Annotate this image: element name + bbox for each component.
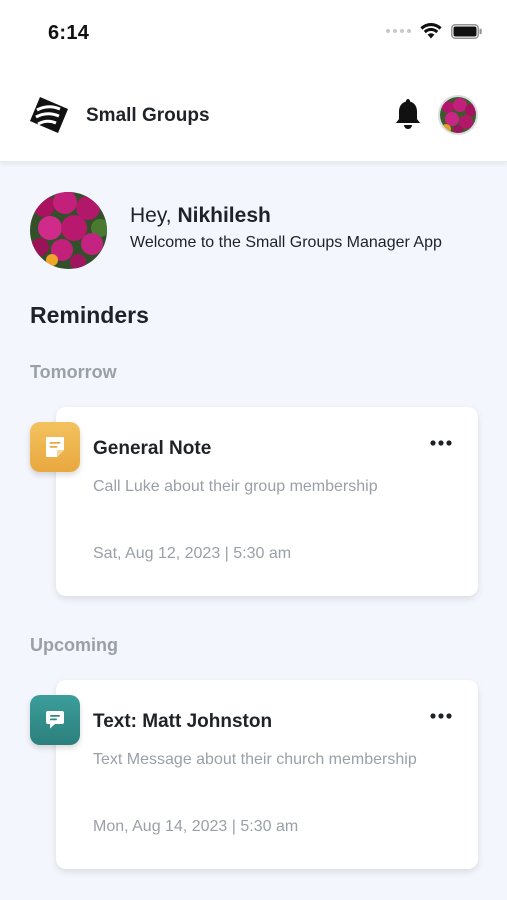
reminder-card[interactable]: Text: Matt Johnston Text Message about t… xyxy=(56,680,478,869)
more-options-icon[interactable] xyxy=(430,712,452,720)
status-time: 6:14 xyxy=(48,22,90,44)
greeting-subtitle: Welcome to the Small Groups Manager App xyxy=(130,234,442,251)
status-bar: 6:14 xyxy=(0,0,507,66)
note-icon xyxy=(30,422,80,472)
reminder-title: Text: Matt Johnston xyxy=(93,711,273,732)
app-title: Small Groups xyxy=(86,105,210,126)
greeting-prefix: Hey, xyxy=(130,204,172,227)
app-header: Small Groups xyxy=(0,66,507,162)
greeting-line: Hey, Nikhilesh xyxy=(130,204,271,228)
reminder-title: General Note xyxy=(93,438,212,459)
reminders-title: Reminders xyxy=(30,302,149,328)
battery-icon xyxy=(451,23,482,39)
status-indicators xyxy=(386,23,483,39)
app-logo-icon xyxy=(30,97,68,133)
avatar-image xyxy=(440,97,476,133)
reminder-description: Text Message about their church membersh… xyxy=(93,751,417,768)
user-name: Nikhilesh xyxy=(177,204,271,227)
avatar-image xyxy=(30,192,107,269)
group-label-tomorrow: Tomorrow xyxy=(30,362,117,382)
wifi-icon xyxy=(420,23,442,39)
more-options-icon[interactable] xyxy=(430,439,452,447)
reminder-datetime: Mon, Aug 14, 2023 | 5:30 am xyxy=(93,818,299,835)
reminder-card[interactable]: General Note Call Luke about their group… xyxy=(56,407,478,596)
group-label-upcoming: Upcoming xyxy=(30,635,118,655)
message-icon xyxy=(30,695,80,745)
profile-avatar-button[interactable] xyxy=(438,95,478,135)
reminder-description: Call Luke about their group membership xyxy=(93,478,378,495)
user-avatar xyxy=(30,192,107,269)
reminder-datetime: Sat, Aug 12, 2023 | 5:30 am xyxy=(93,545,292,562)
cellular-signal-icon xyxy=(386,29,411,33)
notification-bell-icon[interactable] xyxy=(393,97,423,131)
